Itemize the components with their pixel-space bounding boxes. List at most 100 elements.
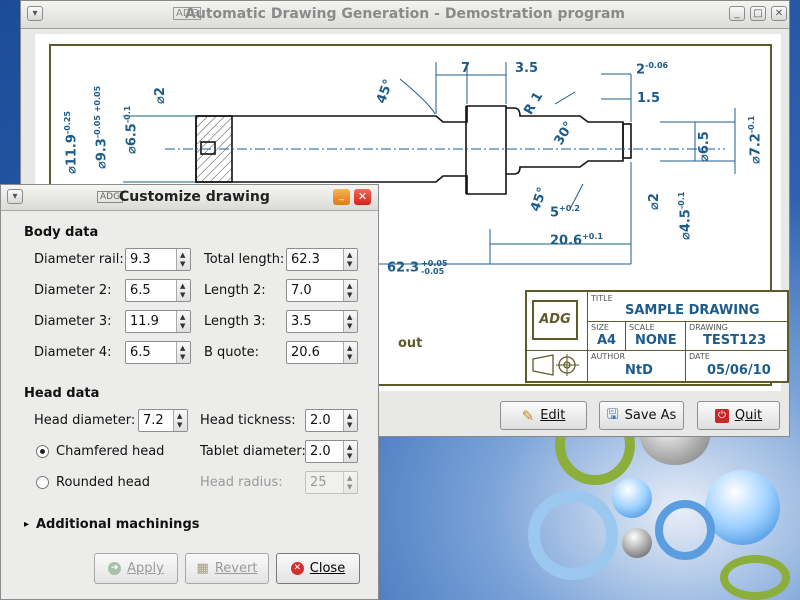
quit-button-label: Quit bbox=[734, 408, 763, 423]
dialog-title: Customize drawing bbox=[119, 189, 270, 205]
head-diameter-label: Head diameter: bbox=[34, 413, 136, 428]
dim-1-5: 1.5 bbox=[637, 91, 661, 106]
dialog-menu-button[interactable]: ▾ bbox=[7, 189, 23, 204]
close-button-label: Close bbox=[309, 561, 346, 576]
spin-arrows-icon[interactable]: ▲ ▼ bbox=[176, 311, 190, 332]
additional-machinings-expander[interactable]: Additional machinings bbox=[36, 517, 199, 532]
tb-title-label: TITLE bbox=[591, 294, 613, 303]
tb-author-label: AUTHOR bbox=[591, 352, 626, 361]
chamfered-head-label[interactable]: Chamfered head bbox=[56, 444, 164, 459]
edit-button[interactable]: ✎ Edit bbox=[500, 401, 587, 430]
maximize-button[interactable]: □ bbox=[750, 6, 766, 21]
rounded-head-radio[interactable] bbox=[36, 476, 49, 489]
quit-icon: ⏻ bbox=[714, 408, 729, 423]
tb-drawing-label: DRAWING bbox=[689, 323, 728, 332]
close-icon: ✕ bbox=[290, 562, 304, 575]
diameter-2-label: Diameter 2: bbox=[34, 283, 112, 298]
main-window-title: Automatic Drawing Generation - Demostrat… bbox=[185, 6, 625, 22]
spin-arrows-icon[interactable]: ▲ ▼ bbox=[343, 342, 357, 363]
spin-arrows-icon[interactable]: ▲ ▼ bbox=[176, 280, 190, 301]
b-quote-value: 20.6 bbox=[291, 345, 320, 360]
minimize-button[interactable]: _ bbox=[729, 6, 745, 21]
spin-arrows-icon[interactable]: ▲ ▼ bbox=[343, 410, 357, 431]
tablet-diameter-spin[interactable]: 2.0 ▲ ▼ bbox=[305, 440, 358, 463]
dialog-minimize-button[interactable]: _ bbox=[333, 189, 350, 205]
spin-arrows-icon[interactable]: ▲ ▼ bbox=[343, 311, 357, 332]
tb-scale-value: NONE bbox=[635, 333, 677, 348]
apply-button-label: Apply bbox=[127, 561, 164, 576]
dim-length-7: 7 bbox=[461, 61, 471, 76]
body-data-heading: Body data bbox=[24, 225, 99, 240]
save-as-button[interactable]: 🖫 Save As bbox=[599, 401, 684, 430]
dim-diameter-6-5-left: ⌀6.5-0.1 bbox=[123, 105, 140, 154]
diameter-rail-label: Diameter rail: bbox=[34, 252, 124, 267]
length-2-value: 7.0 bbox=[291, 283, 312, 298]
length-3-spin[interactable]: 3.5 ▲ ▼ bbox=[286, 310, 358, 333]
diameter-2-value: 6.5 bbox=[130, 283, 151, 298]
diameter-rail-spin[interactable]: 9.3 ▲ ▼ bbox=[125, 248, 191, 271]
projection-symbol-icon bbox=[532, 354, 579, 376]
dim-20-6: 20.6+0.1 bbox=[550, 232, 603, 249]
dim-diameter-9-3: ⌀9.3-0.05 +0.05 bbox=[93, 85, 110, 169]
dialog-titlebar[interactable]: ▾ ADG Customize drawing _ ✕ bbox=[1, 185, 378, 211]
spin-arrows-icon: ▲ ▼ bbox=[343, 472, 357, 493]
head-diameter-spin[interactable]: 7.2 ▲ ▼ bbox=[138, 409, 188, 432]
rounded-head-label[interactable]: Rounded head bbox=[56, 475, 150, 490]
save-as-button-label: Save As bbox=[624, 408, 677, 423]
quit-button[interactable]: ⏻ Quit bbox=[697, 401, 780, 430]
tb-size-label: SIZE bbox=[591, 323, 609, 332]
head-radius-spin: 25 ▲ ▼ bbox=[305, 471, 358, 494]
head-thickness-spin[interactable]: 2.0 ▲ ▼ bbox=[305, 409, 358, 432]
dim-2-top: 2-0.06 bbox=[636, 61, 669, 78]
dim-diameter-11-9: ⌀11.9-0.25 bbox=[63, 111, 80, 174]
apply-button[interactable]: ➜ Apply bbox=[94, 553, 178, 584]
total-length-spin[interactable]: 62.3 ▲ ▼ bbox=[286, 248, 358, 271]
diameter-3-value: 11.9 bbox=[130, 314, 159, 329]
tb-logo-cell: ADG bbox=[527, 292, 588, 351]
spin-arrows-icon[interactable]: ▲ ▼ bbox=[343, 280, 357, 301]
length-3-value: 3.5 bbox=[291, 314, 312, 329]
drawing-text-out: out bbox=[398, 336, 423, 351]
tb-size-value: A4 bbox=[597, 333, 617, 348]
dim-diameter-6-5-right: ⌀6.5 bbox=[697, 131, 712, 162]
spin-arrows-icon[interactable]: ▲ ▼ bbox=[176, 249, 190, 270]
diameter-2-spin[interactable]: 6.5 ▲ ▼ bbox=[125, 279, 191, 302]
main-titlebar[interactable]: ▾ ADG Automatic Drawing Generation - Dem… bbox=[21, 1, 789, 29]
spin-arrows-icon[interactable]: ▲ ▼ bbox=[343, 441, 357, 462]
b-quote-spin[interactable]: 20.6 ▲ ▼ bbox=[286, 341, 358, 364]
expander-arrow-icon[interactable]: ▸ bbox=[24, 519, 29, 530]
title-block: ADG TITLE SAMPLE DRAWING SIZE A4 SCALE N… bbox=[525, 290, 789, 383]
revert-button-label: Revert bbox=[214, 561, 258, 576]
diameter-4-spin[interactable]: 6.5 ▲ ▼ bbox=[125, 341, 191, 364]
dim-diameter-2-right: ⌀2 bbox=[647, 193, 662, 210]
total-length-value: 62.3 bbox=[291, 252, 320, 267]
spin-arrows-icon[interactable]: ▲ ▼ bbox=[176, 342, 190, 363]
dim-diameter-7-2: ⌀7.2-0.1 bbox=[747, 115, 764, 164]
tb-projection-cell bbox=[527, 350, 588, 381]
dialog-close-button[interactable]: ✕ bbox=[354, 189, 371, 205]
head-diameter-value: 7.2 bbox=[143, 413, 164, 428]
diameter-4-label: Diameter 4: bbox=[34, 345, 112, 360]
apply-icon: ➜ bbox=[108, 562, 122, 575]
tb-date-cell: DATE 05/06/10 bbox=[685, 350, 787, 381]
spin-arrows-icon[interactable]: ▲ ▼ bbox=[343, 249, 357, 270]
diameter-4-value: 6.5 bbox=[130, 345, 151, 360]
diameter-3-spin[interactable]: 11.9 ▲ ▼ bbox=[125, 310, 191, 333]
length-2-label: Length 2: bbox=[204, 283, 266, 298]
tb-author-value: NtD bbox=[625, 363, 653, 378]
save-as-icon: 🖫 bbox=[606, 406, 619, 423]
dim-62-3: 62.3 +0.05 -0.05 bbox=[387, 259, 448, 276]
decor-bubble bbox=[528, 490, 618, 580]
spin-arrows-icon[interactable]: ▲ ▼ bbox=[173, 410, 187, 431]
chamfered-head-radio[interactable] bbox=[36, 445, 49, 458]
dim-diameter-4-5: ⌀4.5-0.1 bbox=[677, 191, 694, 240]
revert-icon: ▦ bbox=[196, 561, 209, 576]
close-button[interactable]: ✕ Close bbox=[276, 553, 360, 584]
length-2-spin[interactable]: 7.0 ▲ ▼ bbox=[286, 279, 358, 302]
close-window-button[interactable]: ✕ bbox=[771, 6, 787, 21]
revert-button[interactable]: ▦ Revert bbox=[185, 553, 269, 584]
decor-bubble bbox=[612, 478, 652, 518]
tb-title-cell: TITLE SAMPLE DRAWING bbox=[587, 292, 787, 322]
dim-length-3-5: 3.5 bbox=[515, 61, 539, 76]
tb-scale-label: SCALE bbox=[629, 323, 655, 332]
